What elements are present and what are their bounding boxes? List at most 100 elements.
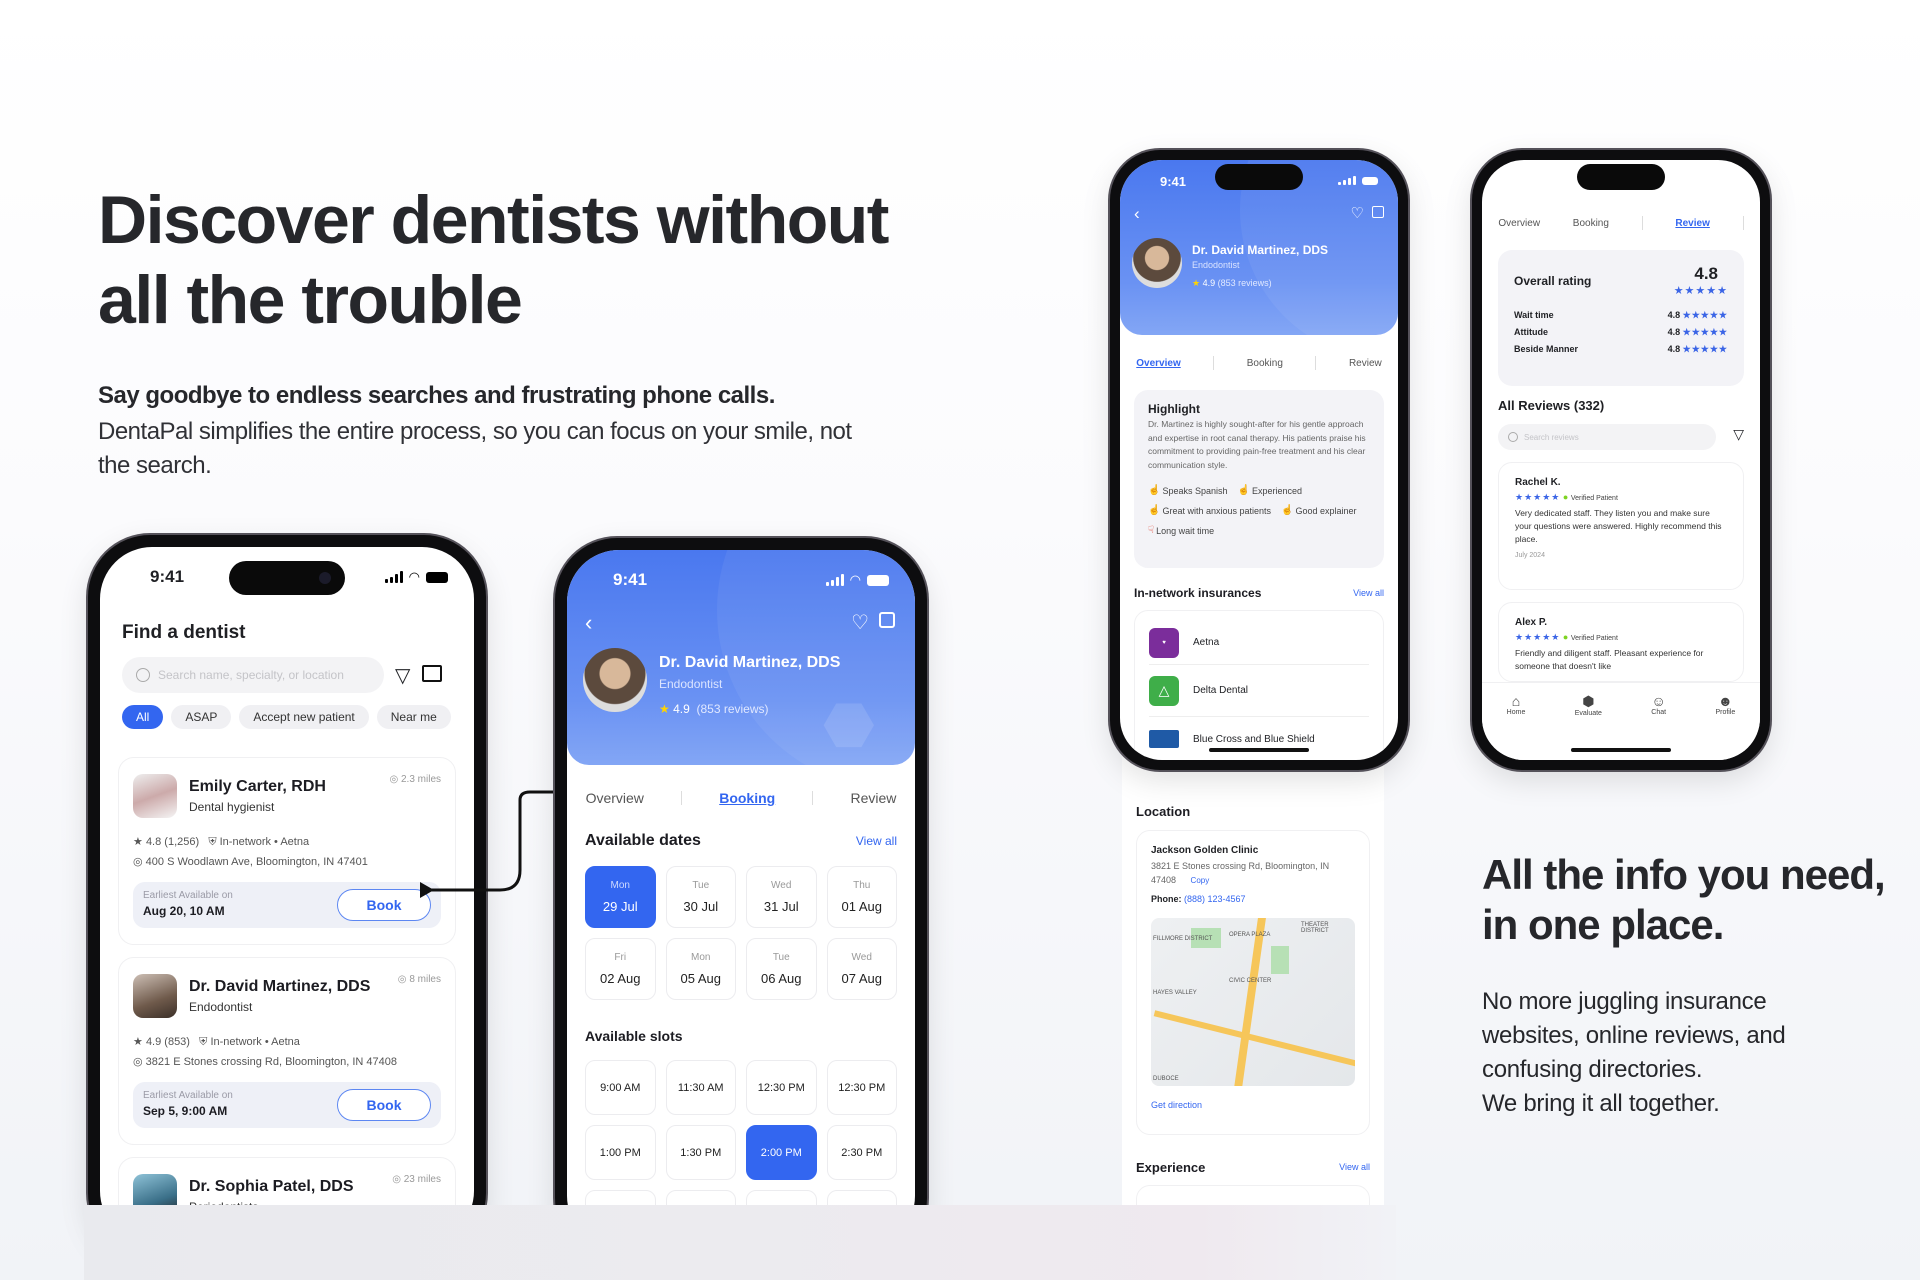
tab-review[interactable]: Review <box>1349 358 1382 369</box>
battery-icon <box>426 571 448 583</box>
slot-button[interactable]: 2:30 PM <box>826 1125 897 1180</box>
tab-booking[interactable]: Booking <box>1247 358 1283 369</box>
pin-icon: ◎ <box>133 856 143 868</box>
date-button[interactable]: Wed 31 Jul <box>746 866 817 928</box>
book-button[interactable]: Book <box>337 1089 431 1121</box>
bcbs-logo-icon <box>1149 730 1179 748</box>
book-button[interactable]: Book <box>337 889 431 921</box>
dentist-card[interactable]: Emily Carter, RDH Dental hygienist ◎ 2.3… <box>118 757 456 945</box>
tab-booking[interactable]: Booking <box>719 790 775 806</box>
info-line: websites, online reviews, and <box>1482 1022 1786 1049</box>
profile-tabs: Overview Booking Review <box>1120 356 1398 370</box>
nav-label: Profile <box>1715 709 1736 716</box>
chip-asap[interactable]: ASAP <box>171 705 232 729</box>
experience-title: Experience <box>1136 1160 1206 1175</box>
slot-button[interactable]: 1:00 PM <box>585 1125 656 1180</box>
rating-summary: Overall rating 4.8 ★★★★★ Wait time 4.8 ★★… <box>1498 250 1744 386</box>
date-button[interactable]: Tue 30 Jul <box>665 866 736 928</box>
review-search-input[interactable]: Search reviews <box>1498 424 1716 450</box>
highlight-tag: ☝ Great with anxious patients <box>1148 502 1271 520</box>
dentist-card[interactable]: Dr. David Martinez, DDS Endodontist ◎ 8 … <box>118 957 456 1145</box>
page-title: Find a dentist <box>122 622 246 643</box>
date-button[interactable]: Mon 29 Jul <box>585 866 656 928</box>
chip-all[interactable]: All <box>122 705 164 729</box>
doctor-name: Dr. David Martinez, DDS <box>659 654 841 671</box>
tab-review[interactable]: Review <box>850 790 896 806</box>
share-icon[interactable] <box>879 612 895 628</box>
slot-button[interactable]: 12:30 PM <box>746 1060 817 1115</box>
search-icon <box>1508 432 1518 442</box>
tab-overview[interactable]: Overview <box>1136 358 1180 369</box>
get-direction-link[interactable]: Get direction <box>1151 1100 1355 1110</box>
map-label: HAYES VALLEY <box>1153 990 1197 996</box>
info-line: We bring it all together. <box>1482 1090 1720 1117</box>
heart-icon[interactable]: ♡ <box>1351 204 1364 222</box>
copy-link[interactable]: Copy <box>1191 876 1210 885</box>
tab-review[interactable]: Review <box>1675 218 1709 229</box>
tag-label: Long wait time <box>1156 526 1215 536</box>
insurance-item[interactable]: ♥ Aetna <box>1149 621 1369 665</box>
location-title: Location <box>1136 804 1191 819</box>
phone-label: Phone: <box>1151 894 1182 904</box>
info-body: No more juggling insurance websites, onl… <box>1482 985 1902 1121</box>
slot-button[interactable]: 11:30 AM <box>665 1060 736 1115</box>
insurance-item[interactable]: △ Delta Dental <box>1149 665 1369 717</box>
chip-near-me[interactable]: Near me <box>376 705 451 729</box>
insurance-item[interactable]: Blue Cross and Blue Shield <box>1149 717 1369 760</box>
map-view[interactable]: FILLMORE DISTRICT OPERA PLAZA THEATER DI… <box>1151 918 1355 1086</box>
date-button[interactable]: Thu 01 Aug <box>826 866 897 928</box>
category-score: 4.8 <box>1667 327 1681 337</box>
distance: ◎ 23 miles <box>392 1174 441 1185</box>
slot-button[interactable]: 9:00 AM <box>585 1060 656 1115</box>
nav-label: Chat <box>1651 709 1667 716</box>
view-all-dates-link[interactable]: View all <box>856 834 897 848</box>
map-icon[interactable] <box>422 665 442 682</box>
signal-icon <box>384 571 403 583</box>
profile-icon: ☻ <box>1717 693 1733 709</box>
rating-category: Beside Manner 4.8 ★★★★★ <box>1514 344 1728 355</box>
date-button[interactable]: Wed 07 Aug <box>826 938 897 1000</box>
home-indicator <box>1571 748 1671 752</box>
nav-label: Evaluate <box>1574 710 1602 717</box>
date-button[interactable]: Mon 05 Aug <box>665 938 736 1000</box>
share-icon[interactable] <box>1372 206 1384 218</box>
review-card: Alex P. ★★★★★ ● Verified Patient Friendl… <box>1498 602 1744 682</box>
stars-icon: ★★★★★ <box>1515 492 1561 502</box>
review-count: (853 reviews) <box>1217 278 1272 288</box>
tab-overview[interactable]: Overview <box>586 790 644 806</box>
filter-icon[interactable]: ▽ <box>395 663 410 688</box>
view-all-experience-link[interactable]: View all <box>1339 1162 1370 1172</box>
phone-link[interactable]: (888) 123-4567 <box>1184 894 1246 904</box>
date-button[interactable]: Tue 06 Aug <box>746 938 817 1000</box>
nav-profile[interactable]: ☻ Profile <box>1715 693 1735 760</box>
tab-overview[interactable]: Overview <box>1498 218 1540 229</box>
back-icon[interactable]: ‹ <box>1134 204 1140 224</box>
avatar <box>133 974 177 1018</box>
status-time: 9:41 <box>150 567 185 586</box>
avatar <box>133 774 177 818</box>
slot-button[interactable]: 2:00 PM <box>746 1125 817 1180</box>
nav-label: Home <box>1506 709 1526 716</box>
address: 3821 E Stones crossing Rd, Bloomington, … <box>145 1056 397 1068</box>
tag-label: Speaks Spanish <box>1162 486 1228 496</box>
star-icon: ★ <box>1192 278 1201 288</box>
slot-button[interactable]: 1:30 PM <box>665 1125 736 1180</box>
filter-icon[interactable]: ▽ <box>1733 426 1744 443</box>
chip-accept-new-patient[interactable]: Accept new patient <box>239 705 369 729</box>
slot-button[interactable]: 12:30 PM <box>826 1060 897 1115</box>
rating-categories: Wait time 4.8 ★★★★★ Attitude 4.8 ★★★★★ Besid… <box>1514 310 1728 355</box>
wifi-icon: ◠ <box>849 572 861 587</box>
map-label: OPERA PLAZA <box>1229 932 1271 938</box>
tab-booking[interactable]: Booking <box>1573 218 1609 229</box>
rating: ★ 4.9 (853 reviews) <box>1192 278 1272 289</box>
signal-icon <box>1338 176 1356 185</box>
view-all-insurance-link[interactable]: View all <box>1353 588 1384 598</box>
date-button[interactable]: Fri 02 Aug <box>585 938 656 1000</box>
back-icon[interactable]: ‹ <box>585 610 592 636</box>
nav-home[interactable]: ⌂ Home <box>1507 693 1526 760</box>
map-label: THEATER DISTRICT <box>1301 922 1329 934</box>
review-text: Friendly and diligent staff. Pleasant ex… <box>1515 648 1704 671</box>
search-input[interactable]: Search name, specialty, or location <box>122 657 384 693</box>
heart-icon[interactable]: ♡ <box>851 610 869 635</box>
date-weekday: Mon <box>610 880 630 891</box>
